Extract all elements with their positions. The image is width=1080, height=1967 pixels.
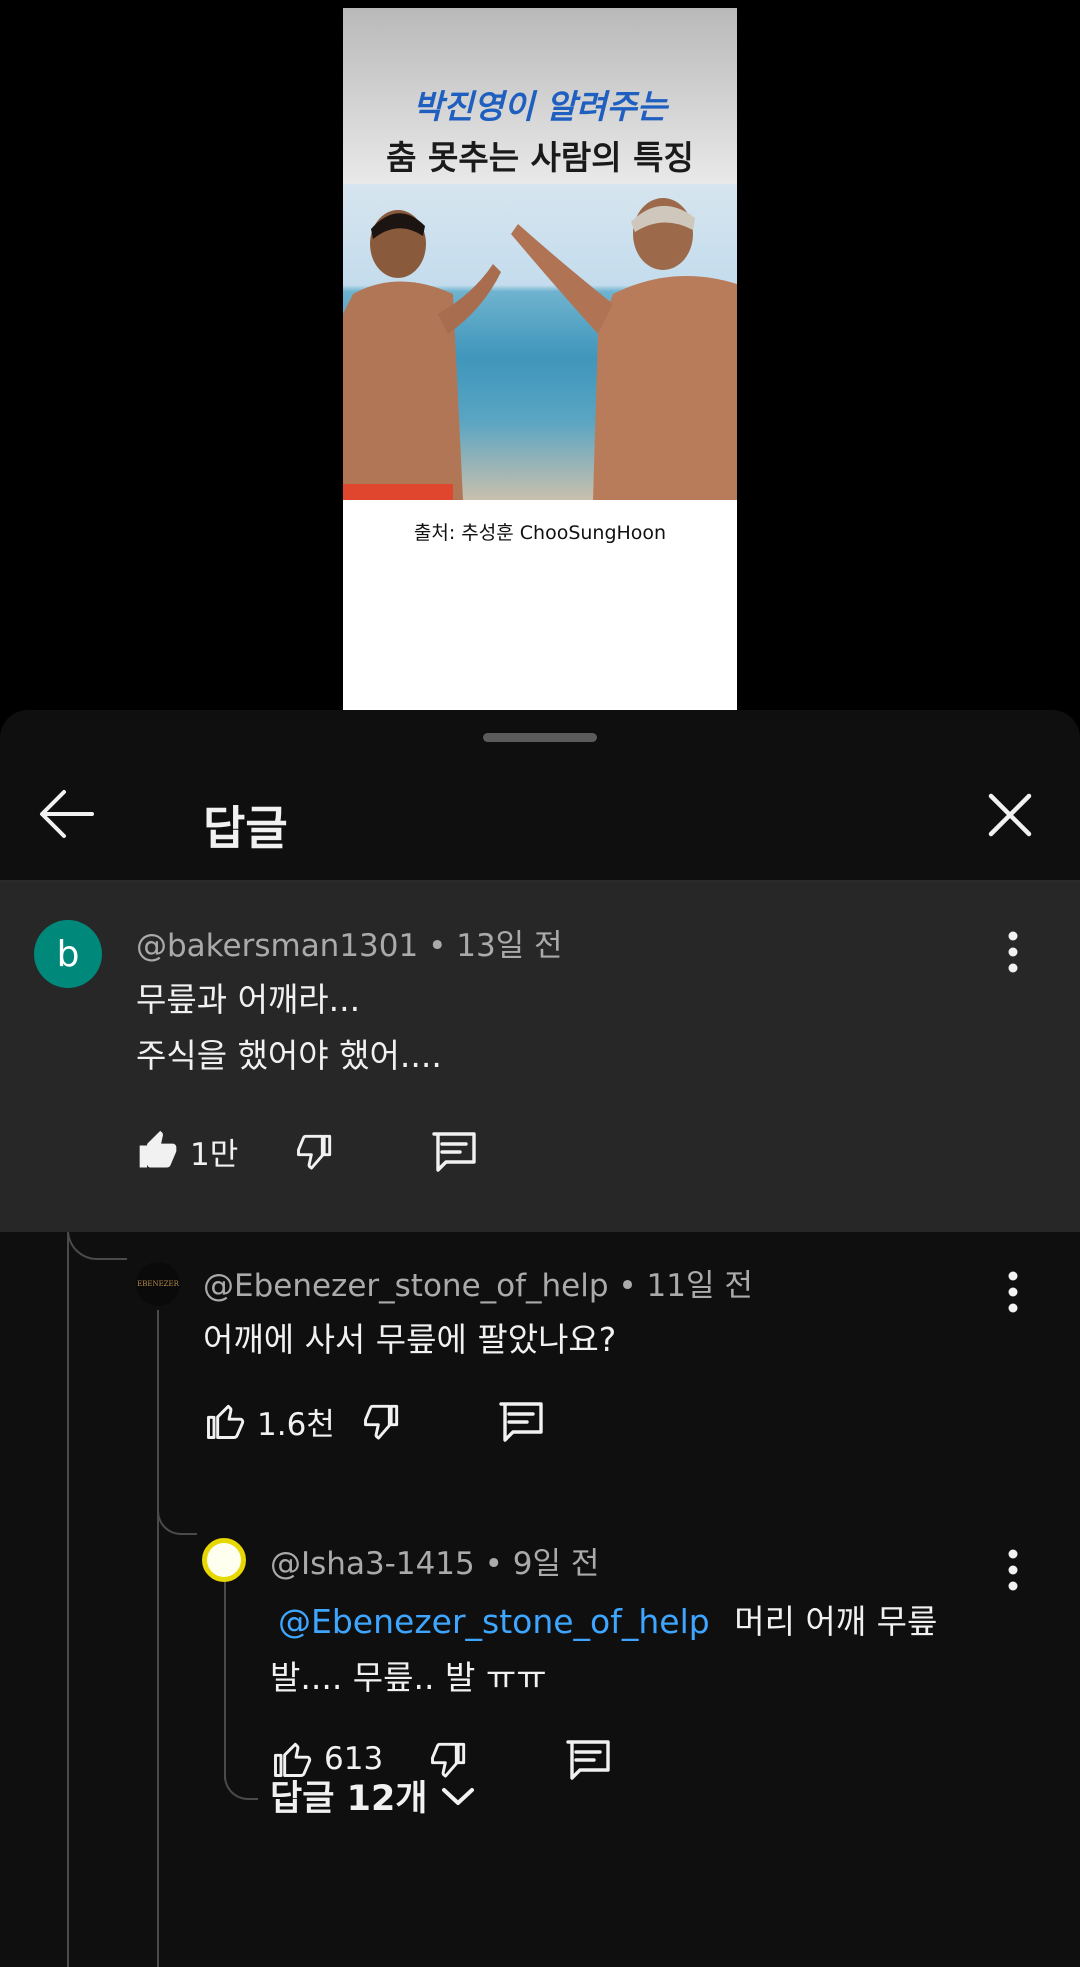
video-credit: 출처: 추성훈 ChooSungHoon bbox=[413, 522, 667, 544]
thumb-down-icon bbox=[364, 1404, 399, 1440]
comment-line: 주식을 했어야 했어.... bbox=[136, 1036, 442, 1075]
reply-button[interactable] bbox=[564, 1738, 612, 1782]
avatar[interactable]: EBENEZER bbox=[136, 1262, 180, 1306]
comment-meta: @Ebenezer_stone_of_help • 11일 전 bbox=[203, 1260, 753, 1305]
avatar[interactable]: b bbox=[34, 920, 102, 988]
comment-line-rest: 머리 어깨 무릎 bbox=[734, 1602, 938, 1641]
more-vert-icon bbox=[1008, 931, 1018, 973]
mention-link[interactable]: @Ebenezer_stone_of_help bbox=[278, 1602, 710, 1641]
comment-meta: @Isha3-1415 • 9일 전 bbox=[270, 1538, 599, 1583]
avatar[interactable] bbox=[202, 1538, 246, 1582]
comment-text: 어깨에 사서 무릎에 팔았나요? bbox=[203, 1312, 616, 1368]
video-headline-2: 춤 못추는 사람의 특징 bbox=[386, 138, 694, 177]
like-count: 1만 bbox=[190, 1136, 239, 1173]
more-replies-button[interactable]: 답글 12개 bbox=[270, 1770, 476, 1821]
dislike-button[interactable] bbox=[293, 1128, 337, 1174]
avatar-logo-text: EBENEZER bbox=[137, 1280, 179, 1288]
dislike-button[interactable] bbox=[360, 1398, 404, 1444]
meta-separator: • bbox=[484, 1546, 513, 1582]
close-button[interactable] bbox=[987, 792, 1033, 838]
meta-separator: • bbox=[618, 1268, 647, 1304]
comment-item: @Isha3-1415 • 9일 전 @Ebenezer_stone_of_he… bbox=[0, 1510, 1080, 1810]
reply-icon bbox=[499, 1402, 543, 1442]
like-button[interactable]: 1만 bbox=[136, 1128, 238, 1174]
comment-meta: @bakersman1301 • 13일 전 bbox=[136, 920, 563, 965]
comment-text: @Ebenezer_stone_of_help 머리 어깨 무릎 발.... 무… bbox=[270, 1594, 937, 1706]
reply-button[interactable] bbox=[497, 1400, 545, 1444]
like-button[interactable]: 1.6천 bbox=[203, 1398, 335, 1444]
thumb-up-icon bbox=[139, 1130, 177, 1168]
more-options-button[interactable] bbox=[998, 1267, 1028, 1317]
reply-icon bbox=[566, 1740, 610, 1780]
drag-handle[interactable] bbox=[483, 733, 597, 742]
thumb-down-icon bbox=[297, 1134, 332, 1170]
more-options-button[interactable] bbox=[998, 927, 1028, 977]
replies-panel: 답글 b @bakersman1301 • 13일 전 무릎과 어깨라... 주… bbox=[0, 710, 1080, 1967]
chevron-down-icon bbox=[441, 1787, 474, 1805]
author-name[interactable]: @Ebenezer_stone_of_help bbox=[203, 1268, 609, 1304]
timestamp: 11일 전 bbox=[646, 1268, 753, 1304]
meta-separator: • bbox=[428, 928, 457, 964]
back-button[interactable] bbox=[38, 788, 96, 840]
comment-line: 어깨에 사서 무릎에 팔았나요? bbox=[203, 1320, 617, 1359]
panel-header: 답글 bbox=[0, 750, 1080, 870]
comment-line: @Ebenezer_stone_of_help 머리 어깨 무릎 bbox=[270, 1594, 937, 1650]
comment-text: 무릎과 어깨라... 주식을 했어야 했어.... bbox=[136, 972, 442, 1084]
comment-line: 발.... 무릎.. 발 ㅠㅠ bbox=[270, 1658, 547, 1697]
avatar-letter: b bbox=[56, 933, 80, 975]
timestamp: 13일 전 bbox=[456, 928, 563, 964]
close-icon bbox=[988, 793, 1032, 837]
thumb-up-icon bbox=[207, 1404, 245, 1439]
author-name[interactable]: @Isha3-1415 bbox=[270, 1546, 475, 1582]
panel-title: 답글 bbox=[203, 801, 288, 855]
video-scene-image bbox=[343, 184, 737, 500]
comment-item: EBENEZER @Ebenezer_stone_of_help • 11일 전… bbox=[0, 1232, 1080, 1502]
video-thumbnail[interactable]: 박진영이 알려주는 춤 못추는 사람의 특징 출처: 추성훈 ChooSungH… bbox=[343, 8, 737, 710]
more-vert-icon bbox=[1008, 1549, 1018, 1591]
comment-item: b @bakersman1301 • 13일 전 무릎과 어깨라... 주식을 … bbox=[0, 882, 1080, 1232]
comment-actions: 1만 bbox=[136, 1122, 536, 1182]
arrow-left-icon bbox=[40, 790, 94, 838]
author-name[interactable]: @bakersman1301 bbox=[136, 928, 418, 964]
more-options-button[interactable] bbox=[998, 1545, 1028, 1595]
reply-button[interactable] bbox=[430, 1130, 478, 1174]
more-replies-label: 답글 12개 bbox=[270, 1779, 428, 1819]
like-count: 1.6천 bbox=[257, 1406, 335, 1443]
timestamp: 9일 전 bbox=[512, 1546, 600, 1582]
video-headline-1: 박진영이 알려주는 bbox=[412, 87, 668, 126]
reply-icon bbox=[432, 1132, 476, 1172]
comment-actions: 1.6천 bbox=[203, 1392, 603, 1452]
more-vert-icon bbox=[1008, 1271, 1018, 1313]
comment-line: 무릎과 어깨라... bbox=[136, 980, 361, 1019]
